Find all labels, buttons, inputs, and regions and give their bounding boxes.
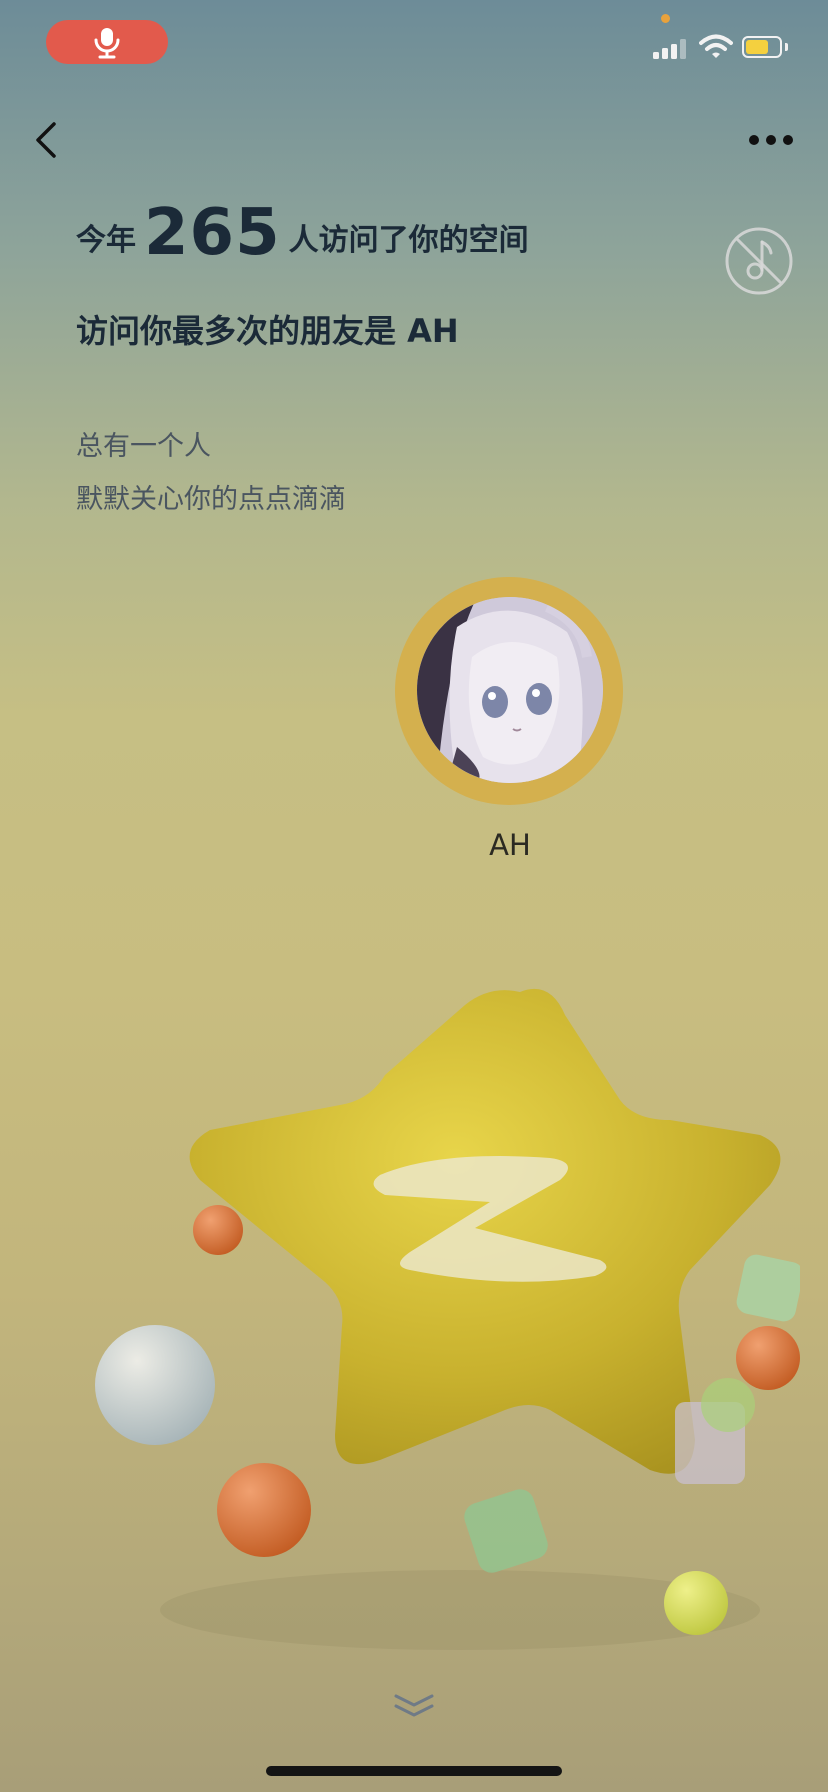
- double-chevron-down-icon[interactable]: [392, 1692, 436, 1720]
- microphone-indicator[interactable]: [46, 20, 168, 64]
- music-off-icon: [725, 227, 793, 295]
- quote-line-2: 默默关心你的点点滴滴: [76, 484, 346, 515]
- music-toggle-button[interactable]: [724, 226, 794, 296]
- headline-suffix: 人访问了你的空间: [288, 223, 529, 258]
- chevron-left-icon: [36, 122, 56, 158]
- battery-level-fill: [746, 40, 768, 54]
- avatar[interactable]: [417, 597, 603, 783]
- visitor-headline: 今年 265 人访问了你的空间: [76, 196, 529, 270]
- microphone-icon: [94, 28, 120, 59]
- friend-name: AH: [489, 828, 531, 862]
- top-friend-line: 访问你最多次的朋友是 AH: [76, 312, 459, 350]
- visitor-count: 265: [144, 196, 281, 270]
- headline-prefix: 今年: [76, 223, 136, 258]
- more-options-button[interactable]: [748, 128, 796, 152]
- quote-line-1: 总有一个人: [76, 431, 211, 462]
- avatar-anime-girl-icon: [417, 597, 603, 783]
- more-horizontal-icon: [749, 135, 793, 145]
- cellular-signal-icon: [653, 39, 686, 59]
- battery-cap: [785, 43, 788, 51]
- home-indicator[interactable]: [266, 1766, 562, 1776]
- privacy-indicator-dot: [661, 14, 670, 23]
- wifi-icon: [699, 34, 733, 58]
- battery-icon: [742, 36, 782, 58]
- qzone-star-illustration: [95, 988, 800, 1650]
- back-button[interactable]: [28, 118, 68, 162]
